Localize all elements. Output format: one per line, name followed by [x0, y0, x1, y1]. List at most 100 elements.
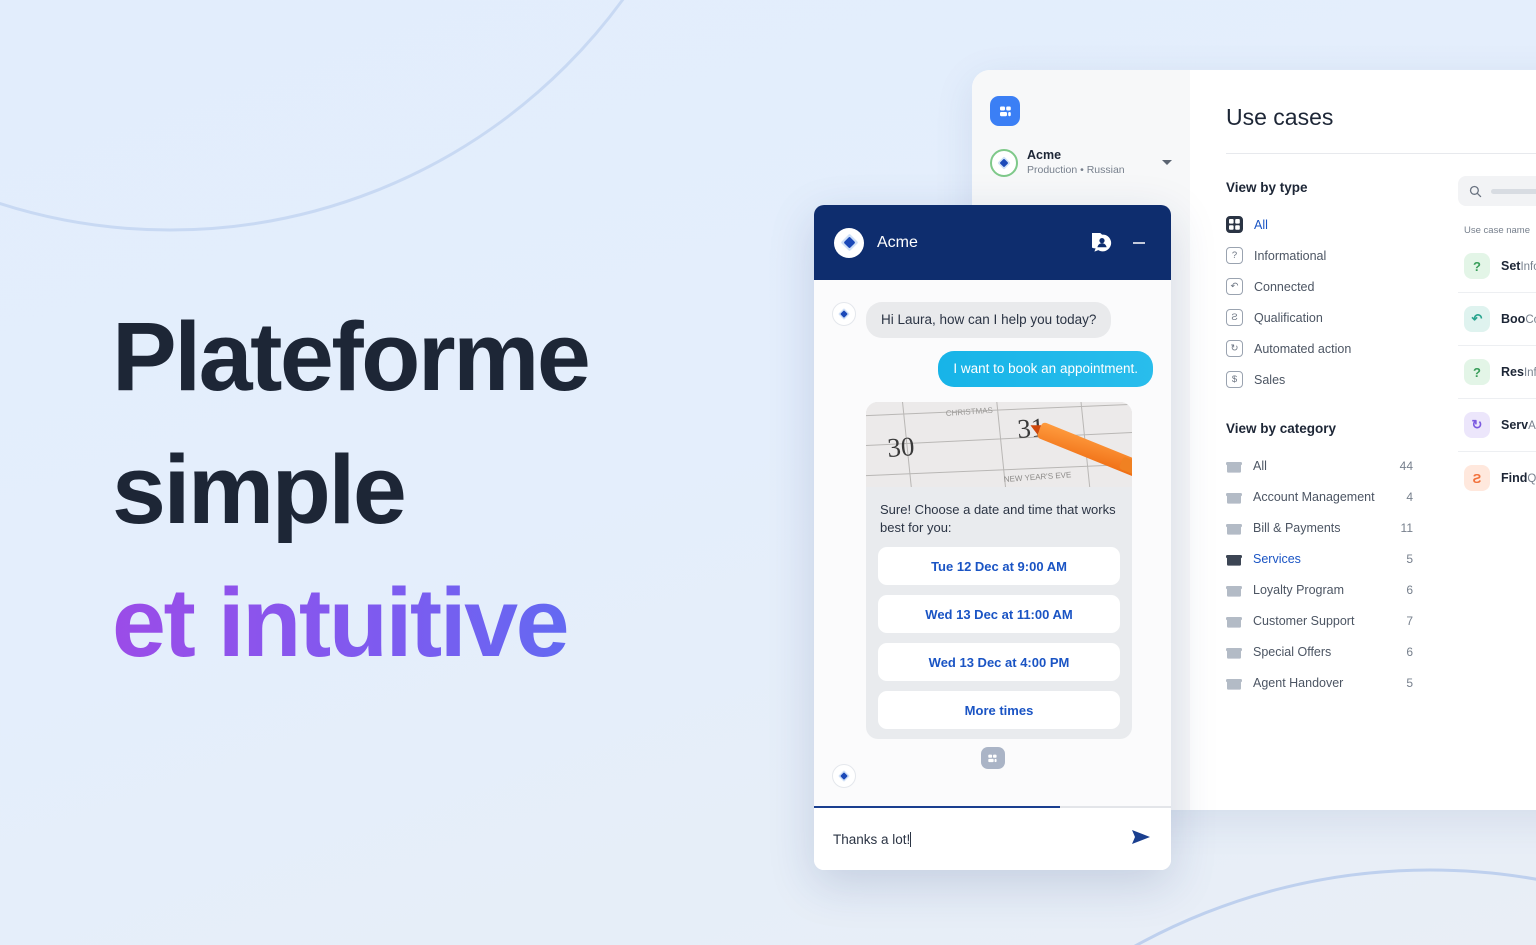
type-filter-label: Informational [1254, 248, 1327, 263]
category-filter-services[interactable]: Services 5 [1226, 543, 1440, 574]
category-count: 6 [1406, 644, 1413, 659]
use-case-name: Set [1501, 259, 1521, 273]
view-by-type-heading: View by type [1226, 180, 1308, 195]
message-user: I want to book an appointment. [832, 351, 1153, 387]
use-case-row[interactable]: ? SetInfor [1458, 240, 1536, 292]
appointment-slot-button[interactable]: Tue 12 Dec at 9:00 AM [878, 547, 1120, 585]
category-count: 6 [1406, 582, 1413, 597]
category-count: 4 [1406, 489, 1413, 504]
hero-line-2: simple [112, 435, 407, 544]
folder-icon [1226, 492, 1242, 504]
use-case-row[interactable]: ↻ ServAuto [1458, 398, 1536, 451]
folder-icon [1226, 522, 1242, 535]
appointment-slot-button[interactable]: More times [878, 691, 1120, 729]
category-label: Bill & Payments [1253, 520, 1341, 535]
use-case-row[interactable]: ↶ BooCon [1458, 292, 1536, 345]
use-case-type: Auto [1528, 420, 1536, 432]
workspace-switcher[interactable]: Acme Production • Russian [990, 148, 1172, 177]
use-case-type-icon: Ƨ [1464, 465, 1490, 491]
category-filter-special-offers[interactable]: Special Offers 6 [1226, 636, 1440, 667]
category-count: 5 [1406, 551, 1413, 566]
acme-diamond-icon [834, 227, 864, 258]
hero-line-3: et intuitive [112, 556, 812, 689]
folder-icon [1226, 460, 1242, 473]
appointment-slot-button[interactable]: Wed 13 Dec at 11:00 AM [878, 595, 1120, 633]
category-label: Services [1253, 551, 1301, 566]
message-bot: Hi Laura, how can I help you today? [832, 302, 1153, 338]
use-case-type: Qua [1527, 473, 1536, 485]
chat-header: Acme [814, 205, 1171, 280]
calendar-photo: 30 31 CHRISTMAS NEW YEAR'S EVE [866, 402, 1132, 487]
minimize-icon[interactable] [1127, 231, 1151, 255]
type-filter-connected[interactable]: ↶ Connected [1226, 271, 1440, 302]
type-filter-automated-action[interactable]: ↻ Automated action [1226, 333, 1440, 364]
type-filter-label: Qualification [1254, 310, 1323, 325]
category-count: 7 [1406, 613, 1413, 628]
folder-icon [1226, 584, 1242, 597]
type-filter-label: Connected [1254, 279, 1315, 294]
category-label: Agent Handover [1253, 675, 1344, 690]
type-filter-label: Automated action [1254, 341, 1352, 356]
category-filter-account-management[interactable]: Account Management 4 [1226, 481, 1440, 512]
type-filter-qualification[interactable]: Ƨ Qualification [1226, 302, 1440, 333]
appointment-slot-button[interactable]: Wed 13 Dec at 4:00 PM [878, 643, 1120, 681]
page-title: Use cases [1226, 104, 1334, 130]
search-input[interactable] [1458, 176, 1536, 206]
typing-indicator-icon [980, 747, 1005, 769]
use-case-type-icon: ? [1464, 359, 1490, 385]
search-placeholder-bar [1491, 188, 1536, 194]
category-filter-all[interactable]: All 44 [1226, 450, 1440, 481]
type-filter-sales[interactable]: $ Sales [1226, 364, 1440, 395]
category-filter-customer-support[interactable]: Customer Support 7 [1226, 605, 1440, 636]
use-case-row[interactable]: ? ResInfor [1458, 345, 1536, 398]
chat-messages: Hi Laura, how can I help you today? I wa… [814, 280, 1171, 806]
search-icon [1469, 185, 1482, 197]
type-filter-label: Sales [1254, 372, 1286, 387]
use-case-type: Infor [1520, 261, 1536, 273]
workspace-meta: Production • Russian [1027, 164, 1125, 176]
grid-icon [1226, 216, 1243, 233]
use-case-name: Res [1501, 365, 1524, 379]
dashboard-main: Use cases View by type All? Informational… [1190, 70, 1536, 810]
category-filter-loyalty-program[interactable]: Loyalty Program 6 [1226, 574, 1440, 605]
folder-icon [1226, 678, 1242, 690]
user-message-text: I want to book an appointment. [938, 351, 1153, 387]
hero-line-1: Plateforme [112, 302, 591, 411]
use-case-type-icon: ↻ [1464, 412, 1490, 438]
grid-logo-icon[interactable] [990, 96, 1020, 126]
use-case-list-column: Use case name ?SetInfor↶BooCon?ResInfor↻… [1440, 154, 1536, 810]
category-label: All [1253, 458, 1267, 473]
connected-arrow-icon: ↶ [1226, 278, 1243, 295]
use-case-type: Con [1525, 314, 1536, 326]
workspace-name: Acme [1027, 148, 1062, 162]
use-case-name: Find [1501, 471, 1528, 485]
send-icon[interactable] [1130, 826, 1152, 853]
refresh-icon: ↻ [1226, 340, 1243, 357]
question-icon: ? [1226, 247, 1243, 264]
chat-input-value: Thanks a lot! [833, 831, 911, 847]
use-case-name: Boo [1501, 312, 1526, 326]
category-filter-bill-payments[interactable]: Bill & Payments 11 [1226, 512, 1440, 543]
chat-widget: Acme Hi Laura, how can I help you today? [814, 205, 1171, 870]
type-filter-all[interactable]: All [1226, 209, 1440, 240]
card-prompt-text: Sure! Choose a date and time that works … [880, 502, 1116, 535]
folder-icon [1226, 461, 1242, 473]
chat-input-bar[interactable]: Thanks a lot! [814, 808, 1171, 870]
category-label: Loyalty Program [1253, 582, 1345, 597]
chat-title: Acme [877, 233, 918, 251]
category-label: Customer Support [1253, 613, 1355, 628]
type-filter-label: All [1254, 217, 1268, 232]
folder-icon [1226, 554, 1242, 566]
agent-chat-icon[interactable] [1090, 231, 1114, 255]
acme-diamond-icon [832, 302, 856, 326]
type-filter-informational[interactable]: ? Informational [1226, 240, 1440, 271]
folder-icon [1226, 523, 1242, 535]
hero-headline: Plateforme simple et intuitive [112, 290, 812, 689]
use-case-row[interactable]: Ƨ FindQua [1458, 451, 1536, 504]
chevron-down-icon[interactable] [1162, 160, 1172, 165]
category-filter-agent-handover[interactable]: Agent Handover 5 [1226, 667, 1440, 698]
folder-icon [1226, 615, 1242, 628]
folder-icon [1226, 677, 1242, 690]
chat-input-field[interactable]: Thanks a lot! [833, 831, 1120, 847]
folder-icon [1226, 616, 1242, 628]
